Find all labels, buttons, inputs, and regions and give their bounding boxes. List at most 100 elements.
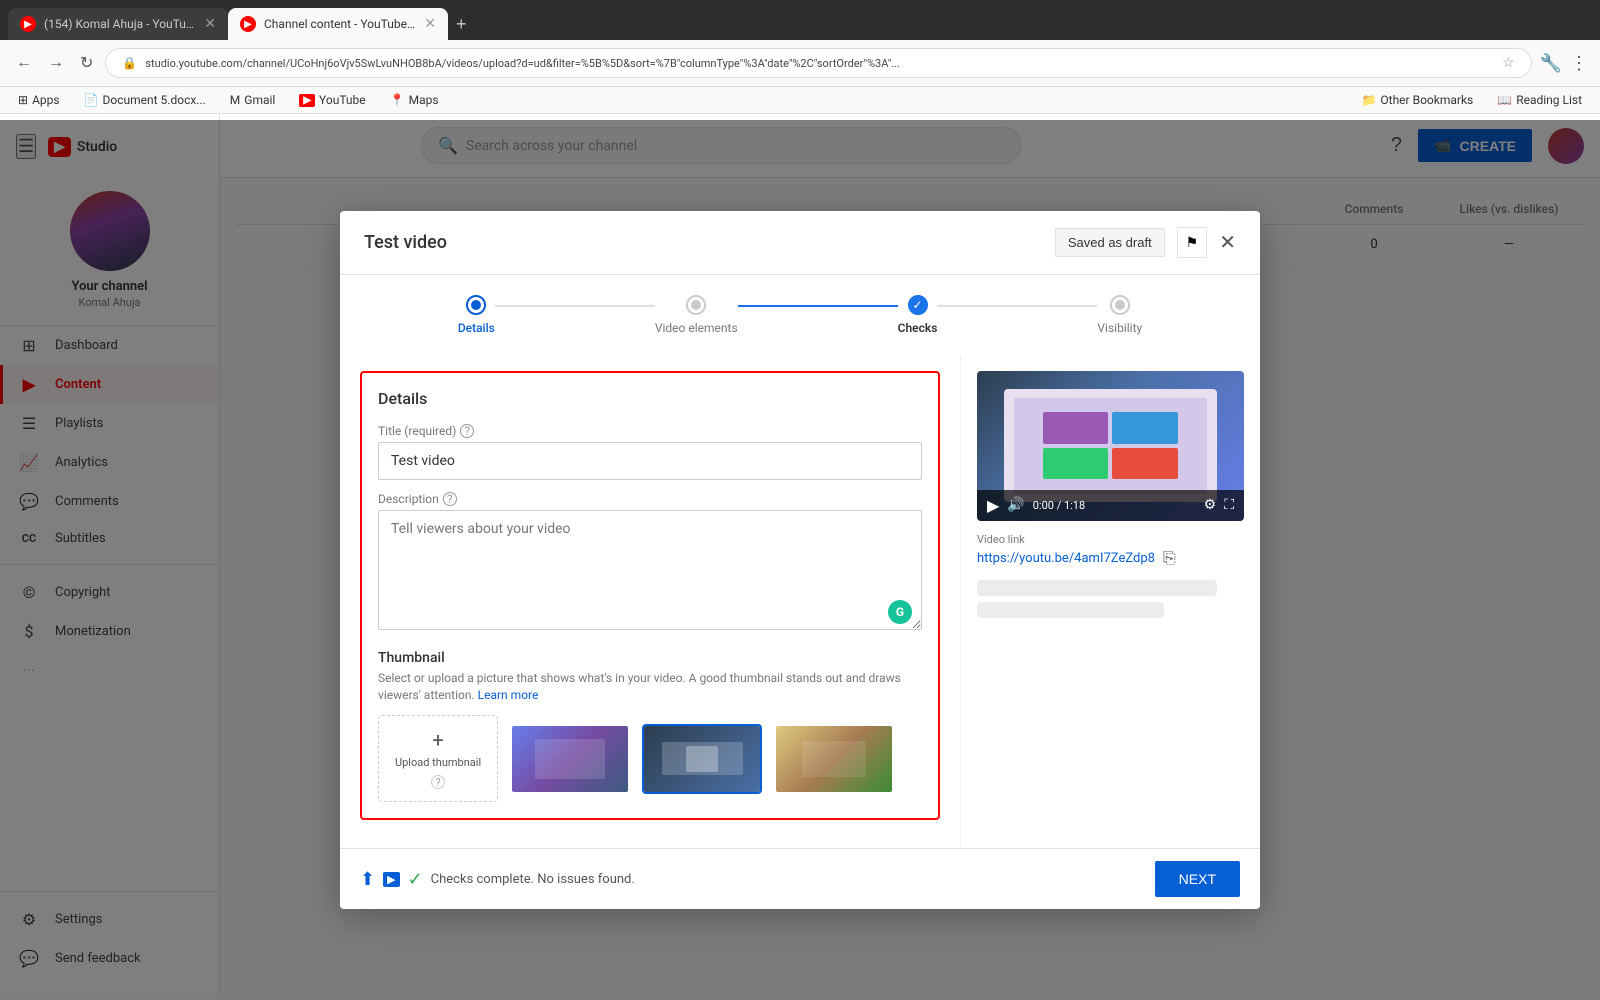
bookmark-document[interactable]: 📄 Document 5.docx...	[78, 91, 212, 109]
stepper: Details Video elements ✓ Checks	[340, 275, 1260, 355]
time-display: 0:00 / 1:18	[1033, 499, 1085, 512]
modal-right-panel: ▶ 🔊 0:00 / 1:18 ⚙ ⛶ Video link https://y…	[960, 355, 1260, 849]
footer-icons: ⬆ ▶ ✓	[360, 869, 423, 890]
fullscreen-button[interactable]: ⛶	[1224, 497, 1234, 513]
check-status-icon: ✓	[408, 869, 423, 890]
url-bar[interactable]: 🔒 studio.youtube.com/channel/UCoHnj6oVjv…	[105, 48, 1531, 78]
upload-thumbnail-button[interactable]: + Upload thumbnail ?	[378, 715, 498, 802]
browser-chrome: ▶ (154) Komal Ahuja - YouTube ✕ ▶ Channe…	[0, 0, 1600, 114]
bookmark-youtube[interactable]: ▶ YouTube	[293, 91, 371, 109]
modal-footer: ⬆ ▶ ✓ Checks complete. No issues found. …	[340, 848, 1260, 909]
maps-icon: 📍	[390, 93, 405, 107]
step-label-details: Details	[458, 321, 495, 335]
reload-button[interactable]: ↻	[76, 49, 97, 77]
learn-more-link[interactable]: Learn more	[478, 688, 539, 702]
thumbnail-title: Thumbnail	[378, 650, 922, 666]
description-label: Description ?	[378, 492, 922, 506]
tab-close-youtube[interactable]: ✕	[204, 16, 216, 32]
close-button[interactable]: ✕	[1219, 230, 1236, 255]
step-line-1	[495, 305, 655, 307]
title-field: Title (required) ?	[378, 424, 922, 480]
description-help-icon[interactable]: ?	[443, 492, 457, 506]
flag-button[interactable]: ⚑	[1177, 227, 1208, 258]
modal-overlay[interactable]: Test video Saved as draft ⚑ ✕ Details	[0, 120, 1600, 1000]
bookmark-icon[interactable]: ☆	[1502, 55, 1515, 71]
bookmarks-bar: ⊞ Apps 📄 Document 5.docx... M Gmail ▶ Yo…	[0, 87, 1600, 114]
next-button[interactable]: NEXT	[1155, 861, 1240, 897]
modal-left-panel: Details Title (required) ? Description	[340, 355, 960, 849]
thumbnail-option-1[interactable]	[510, 724, 630, 794]
copy-link-button[interactable]: ⎘	[1163, 550, 1176, 568]
tab-youtube[interactable]: ▶ (154) Komal Ahuja - YouTube ✕	[8, 8, 228, 40]
play-button[interactable]: ▶	[987, 496, 999, 515]
video-settings-button[interactable]: ⚙	[1204, 497, 1217, 513]
thumbnail-preview-1	[512, 726, 628, 792]
address-bar: ← → ↻ 🔒 studio.youtube.com/channel/UCoHn…	[0, 40, 1600, 87]
upload-text: Upload thumbnail	[395, 756, 481, 769]
modal-header: Test video Saved as draft ⚑ ✕	[340, 211, 1260, 275]
description-textarea[interactable]	[378, 510, 922, 630]
step-label-checks: Checks	[898, 321, 938, 335]
video-link-section: Video link https://youtu.be/4amI7ZeZdp8 …	[977, 533, 1244, 568]
footer-status-text: Checks complete. No issues found.	[431, 872, 635, 887]
step-checks[interactable]: ✓ Checks	[898, 295, 938, 335]
modal: Test video Saved as draft ⚑ ✕ Details	[340, 211, 1260, 910]
step-label-video-elements: Video elements	[655, 321, 738, 335]
thumbnail-preview-2	[644, 726, 760, 792]
upload-icon: +	[432, 728, 443, 752]
thumbnail-option-3[interactable]	[774, 724, 894, 794]
thumbnail-preview-3	[776, 726, 892, 792]
video-controls: ▶ 🔊 0:00 / 1:18 ⚙ ⛶	[977, 490, 1244, 521]
step-circle-details	[466, 295, 486, 315]
description-field: Description ? G	[378, 492, 922, 634]
modal-title: Test video	[364, 232, 447, 253]
step-video-elements[interactable]: Video elements	[655, 295, 738, 335]
title-label: Title (required) ?	[378, 424, 922, 438]
back-button[interactable]: ←	[12, 50, 36, 76]
tab-studio[interactable]: ▶ Channel content - YouTube St... ✕	[228, 8, 448, 40]
step-circle-visibility	[1110, 295, 1130, 315]
tab-bar: ▶ (154) Komal Ahuja - YouTube ✕ ▶ Channe…	[0, 0, 1600, 40]
bookmark-maps[interactable]: 📍 Maps	[384, 91, 445, 109]
thumbnail-description: Select or upload a picture that shows wh…	[378, 670, 922, 704]
step-label-visibility: Visibility	[1097, 321, 1142, 335]
video-link-label: Video link	[977, 533, 1244, 546]
yt-status-icon: ▶	[383, 872, 399, 887]
folder-icon: 📁	[1361, 93, 1376, 107]
bookmark-gmail[interactable]: M Gmail	[224, 91, 282, 109]
step-visibility[interactable]: Visibility	[1097, 295, 1142, 335]
reading-list-icon: 📖	[1497, 93, 1512, 107]
blurred-info-2	[977, 602, 1164, 618]
title-input[interactable]	[378, 442, 922, 480]
step-line-3	[937, 305, 1097, 307]
upload-status-icon: ⬆	[360, 869, 375, 890]
thumbnail-option-2[interactable]	[642, 724, 762, 794]
thumbnail-options: + Upload thumbnail ?	[378, 715, 922, 802]
video-url-link[interactable]: https://youtu.be/4amI7ZeZdp8	[977, 551, 1155, 566]
upload-help-icon[interactable]: ?	[431, 775, 445, 789]
blurred-info-1	[977, 580, 1217, 596]
bookmark-apps[interactable]: ⊞ Apps	[12, 91, 66, 109]
apps-icon: ⊞	[18, 93, 28, 107]
forward-button[interactable]: →	[44, 50, 68, 76]
tab-title-studio: Channel content - YouTube St...	[264, 17, 416, 31]
saved-as-draft-button[interactable]: Saved as draft	[1055, 228, 1165, 257]
menu-icon[interactable]: ⋮	[1570, 53, 1588, 74]
tab-favicon-youtube: ▶	[20, 16, 36, 32]
tab-favicon-studio: ▶	[240, 16, 256, 32]
url-text: studio.youtube.com/channel/UCoHnj6oVjv5S…	[145, 57, 1494, 70]
title-help-icon[interactable]: ?	[460, 424, 474, 438]
tab-close-studio[interactable]: ✕	[424, 16, 436, 32]
bookmark-other[interactable]: 📁 Other Bookmarks	[1355, 91, 1479, 109]
bookmark-reading-list[interactable]: 📖 Reading List	[1491, 91, 1588, 109]
tab-title-youtube: (154) Komal Ahuja - YouTube	[44, 17, 196, 31]
new-tab-button[interactable]: +	[448, 10, 475, 39]
doc-icon: 📄	[84, 93, 99, 107]
step-details[interactable]: Details	[458, 295, 495, 335]
gmail-icon: M	[230, 93, 240, 107]
video-preview: ▶ 🔊 0:00 / 1:18 ⚙ ⛶	[977, 371, 1244, 521]
section-title: Details	[378, 389, 922, 408]
extensions-icon[interactable]: 🔧	[1540, 53, 1562, 74]
modal-body: Details Title (required) ? Description	[340, 355, 1260, 849]
volume-button[interactable]: 🔊	[1007, 497, 1024, 513]
